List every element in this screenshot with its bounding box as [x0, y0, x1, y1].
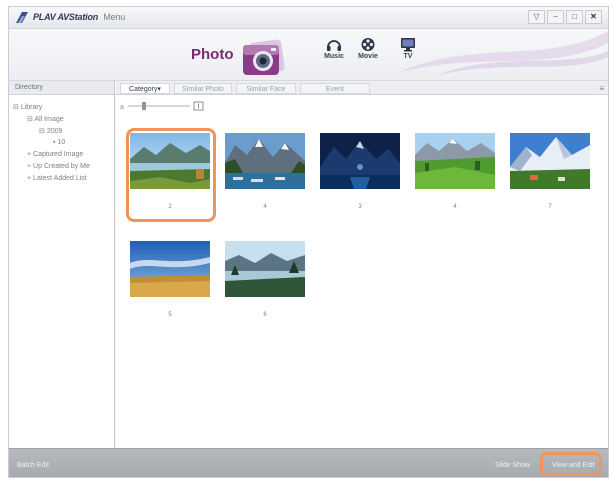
tree-item-all-image[interactable]: ⊟ All Image [27, 115, 64, 123]
photo-label: 3 [358, 204, 362, 210]
svg-text:a: a [120, 104, 124, 111]
category-header: Photo Music Movie TV [9, 29, 608, 81]
film-reel-icon [361, 38, 375, 51]
tree-item-month[interactable]: ▪ 10 [53, 139, 65, 146]
tree-prefix: ⊟ [27, 116, 33, 123]
list-view-icon[interactable]: ≡ [599, 84, 604, 93]
tab-similar-face[interactable]: Similar Face [236, 83, 296, 94]
tab-event[interactable]: Event [300, 83, 370, 94]
tree-item-label: All Image [34, 116, 64, 123]
batch-edit-button[interactable]: Batch Edit [17, 462, 49, 469]
photo-grid: a 2 4 3 4 7 5 6 [116, 95, 608, 448]
app-logo-icon [16, 12, 28, 23]
minimize-button[interactable]: – [547, 10, 564, 24]
tree-item-library[interactable]: ⊟ Library [13, 103, 42, 111]
tab-similar-photo[interactable]: Similar Photo [174, 83, 232, 94]
tab-category[interactable]: Category▾ [120, 83, 170, 94]
photo-item[interactable]: 7 [510, 133, 590, 210]
category-music-label: Music [324, 53, 344, 60]
tree-item-year[interactable]: ⊟ 2009 [39, 127, 62, 135]
dropdown-button[interactable]: ▽ [528, 10, 545, 24]
tree-item-label: Captured Image [33, 151, 84, 158]
tree-prefix: ⊟ [39, 128, 45, 135]
headphones-icon [327, 40, 341, 51]
tree-item-label: Library [20, 104, 43, 111]
photo-label: 5 [168, 312, 172, 318]
selected-photo-highlight [126, 128, 216, 222]
photo-label: 4 [263, 204, 267, 210]
category-movie[interactable]: Movie [351, 37, 385, 60]
tree-prefix: + [27, 151, 32, 158]
tree-item-latest-added[interactable]: + Latest Added List [27, 175, 87, 182]
category-music[interactable]: Music [317, 37, 351, 60]
category-tv-label: TV [403, 53, 413, 60]
category-tv[interactable]: TV [391, 37, 425, 60]
tree-prefix: + [27, 163, 32, 170]
photo-thumbnail[interactable] [225, 241, 305, 297]
zoom-slider[interactable]: a [120, 101, 206, 111]
tree-item-label: 2009 [46, 128, 63, 135]
app-window: PLAV AVStation Menu ▽ – □ ✕ Photo Music … [8, 6, 609, 478]
view-edit-highlight [540, 452, 602, 476]
tree-prefix: ⊟ [13, 104, 19, 111]
view-tabs: Category▾ Similar Photo Similar Face Eve… [116, 81, 608, 95]
maximize-button[interactable]: □ [566, 10, 583, 24]
camera-icon[interactable] [237, 33, 293, 79]
photo-item[interactable]: 4 [415, 133, 495, 210]
photo-item[interactable]: 4 [225, 133, 305, 210]
photo-label: 7 [548, 204, 552, 210]
tree-item-label: Latest Added List [33, 175, 87, 182]
directory-header: Directory [9, 81, 115, 95]
tv-icon [401, 38, 415, 52]
directory-tree: ⊟ Library ⊟ All Image ⊟ 2009 ▪ 10 + Capt… [9, 95, 115, 448]
slide-show-button[interactable]: Slide Show [495, 462, 530, 469]
tree-item-label: Up Created by Me [33, 163, 90, 170]
action-bar: Batch Edit Slide Show View and Edit [9, 448, 608, 477]
tree-item-label: 10 [57, 139, 66, 146]
app-title: PLAV AVStation Menu [33, 12, 125, 22]
tree-item-created-by-me[interactable]: + Up Created by Me [27, 163, 90, 170]
window-controls: ▽ – □ ✕ [528, 10, 602, 24]
photo-thumbnail[interactable] [130, 241, 210, 297]
photo-item[interactable]: 5 [130, 241, 210, 318]
close-button[interactable]: ✕ [585, 10, 602, 24]
photo-thumbnail[interactable] [510, 133, 590, 189]
tree-prefix: ▪ [53, 139, 56, 146]
title-bar: PLAV AVStation Menu ▽ – □ ✕ [9, 7, 608, 29]
active-category-label: Photo [191, 46, 234, 63]
app-title-text: PLAV AVStation [33, 12, 99, 22]
photo-thumbnail[interactable] [320, 133, 400, 189]
menu-button[interactable]: Menu [103, 12, 125, 22]
category-movie-label: Movie [358, 53, 378, 60]
photo-thumbnail[interactable] [415, 133, 495, 189]
tree-prefix: + [27, 175, 32, 182]
photo-label: 6 [263, 312, 267, 318]
photo-item[interactable]: 3 [320, 133, 400, 210]
photo-thumbnail[interactable] [225, 133, 305, 189]
tree-item-captured-image[interactable]: + Captured Image [27, 151, 83, 158]
photo-item[interactable]: 6 [225, 241, 305, 318]
photo-label: 4 [453, 204, 457, 210]
